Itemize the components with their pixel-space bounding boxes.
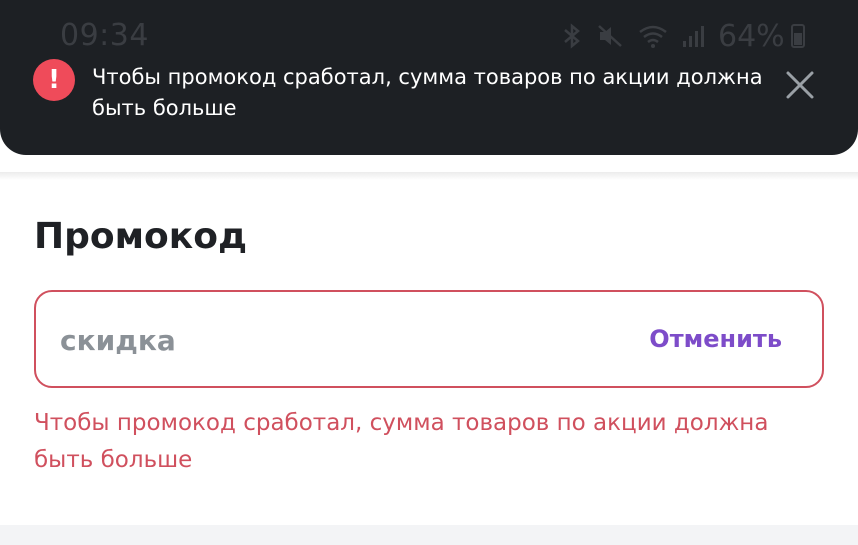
promo-card: Промокод скидка Отменить Чтобы промокод … bbox=[0, 180, 858, 525]
promo-error-message: Чтобы промокод сработал, сумма товаров п… bbox=[34, 410, 769, 473]
page: 09:34 64% ! Чтобы промокод сработал, сум… bbox=[0, 0, 858, 545]
page-title: Промокод bbox=[34, 216, 248, 257]
mute-icon bbox=[598, 25, 622, 47]
close-icon[interactable] bbox=[785, 70, 815, 100]
close-toast-button[interactable] bbox=[780, 65, 820, 105]
status-icons: 64% bbox=[562, 18, 805, 54]
divider bbox=[0, 172, 858, 180]
wifi-icon bbox=[639, 25, 667, 48]
cancel-button[interactable]: Отменить bbox=[649, 325, 782, 353]
toast-message: Чтобы промокод сработал, сумма товаров п… bbox=[92, 65, 763, 120]
promo-code-value[interactable]: скидка bbox=[60, 324, 176, 357]
signal-icon bbox=[683, 26, 704, 47]
bluetooth-icon bbox=[564, 23, 580, 49]
alert-icon: ! bbox=[33, 59, 75, 101]
battery-icon bbox=[790, 24, 805, 48]
error-toast: 09:34 64% ! Чтобы промокод сработал, сум… bbox=[0, 0, 858, 155]
promo-code-input[interactable]: скидка Отменить bbox=[34, 290, 824, 388]
battery-percent: 64% bbox=[718, 18, 785, 54]
status-time: 09:34 bbox=[60, 18, 149, 53]
